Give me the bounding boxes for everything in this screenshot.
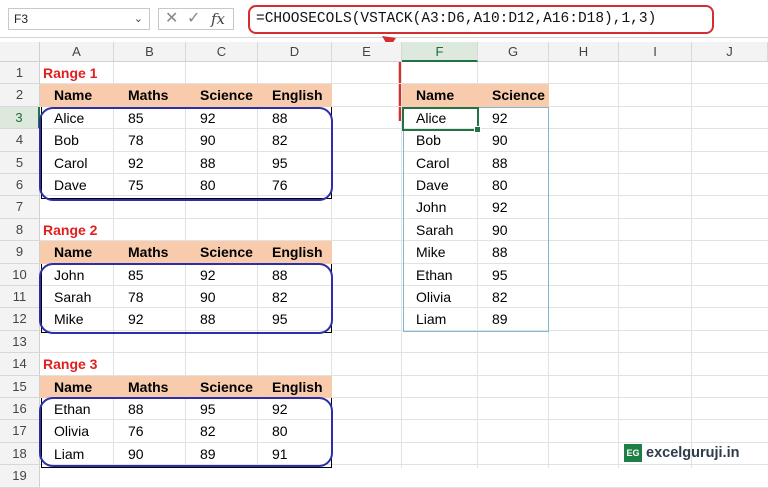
name-box-value: F3 — [14, 12, 29, 26]
table-header-cell: Science — [186, 241, 258, 264]
confirm-icon[interactable]: ✓ — [187, 9, 200, 29]
row-header-13[interactable]: 13 — [0, 330, 40, 354]
row-header-15[interactable]: 15 — [0, 375, 40, 398]
range-label: Range 1 — [43, 65, 98, 81]
column-header-f[interactable]: F — [402, 42, 478, 62]
table-header-cell: Science — [186, 84, 258, 107]
column-header-g[interactable]: G — [478, 42, 549, 62]
table-header-cell: Name — [40, 84, 114, 107]
range1-highlight — [39, 107, 333, 201]
row-header-2[interactable]: 2 — [0, 84, 40, 107]
grid-row-line — [40, 486, 768, 488]
column-header-d[interactable]: D — [258, 42, 332, 62]
range2-highlight — [39, 263, 333, 334]
column-header-b[interactable]: B — [114, 42, 186, 62]
excelguruji-logo: EG excelguruji.in — [624, 441, 768, 465]
table-header-cell: English — [258, 84, 332, 107]
row-header-9[interactable]: 9 — [0, 241, 40, 264]
insert-function-icon[interactable]: fx — [211, 9, 225, 29]
row-header-14[interactable]: 14 — [0, 353, 40, 376]
grid-col-line — [618, 62, 619, 468]
column-header-a[interactable]: A — [40, 42, 114, 62]
range3-highlight — [39, 397, 333, 467]
column-header-i[interactable]: I — [619, 42, 692, 62]
name-box[interactable]: F3 ⌄ — [8, 8, 150, 30]
output-header-cell: Science — [478, 84, 549, 107]
range-label: Range 3 — [43, 356, 98, 373]
column-header-j[interactable]: J — [692, 42, 768, 62]
cancel-icon[interactable]: ✕ — [165, 9, 178, 29]
logo-text: excelguruji.in — [646, 445, 740, 461]
table-header-cell: English — [258, 241, 332, 264]
formula-controls: ✕ ✓ fx — [158, 8, 234, 30]
table-header-cell: English — [258, 375, 332, 398]
row-header-7[interactable]: 7 — [0, 196, 40, 219]
column-header-c[interactable]: C — [186, 42, 258, 62]
logo-badge-icon: EG — [624, 444, 642, 462]
table-header-cell: Science — [186, 375, 258, 398]
row-header-11[interactable]: 11 — [0, 286, 40, 309]
row-header-16[interactable]: 16 — [0, 398, 40, 421]
chevron-down-icon[interactable]: ⌄ — [134, 9, 143, 29]
row-header-10[interactable]: 10 — [0, 263, 40, 286]
active-cell[interactable] — [402, 107, 481, 133]
column-header-e[interactable]: E — [332, 42, 402, 62]
table-header-cell: Name — [40, 375, 114, 398]
select-all-corner[interactable] — [0, 42, 40, 62]
row-header-18[interactable]: 18 — [0, 442, 40, 466]
row-header-4[interactable]: 4 — [0, 129, 40, 152]
row-header-19[interactable]: 19 — [0, 465, 40, 488]
column-header-h[interactable]: H — [549, 42, 619, 62]
table-header-cell: Name — [40, 241, 114, 264]
table-header-cell: Maths — [114, 241, 186, 264]
row-header-12[interactable]: 12 — [0, 308, 40, 331]
table-header-cell: Maths — [114, 84, 186, 107]
row-header-5[interactable]: 5 — [0, 151, 40, 174]
formula-input[interactable]: =CHOOSECOLS(VSTACK(A3:D6,A10:D12,A16:D18… — [248, 5, 714, 34]
table-header-cell: Maths — [114, 375, 186, 398]
row-header-1[interactable]: 1 — [0, 62, 40, 85]
row-header-17[interactable]: 17 — [0, 420, 40, 443]
row-header-8[interactable]: 8 — [0, 218, 40, 242]
output-header-cell: Name — [402, 84, 478, 107]
grid-col-line — [691, 62, 692, 468]
row-header-3[interactable]: 3 — [0, 106, 40, 130]
row-header-6[interactable]: 6 — [0, 174, 40, 197]
output-range-border — [403, 107, 549, 332]
range-label: Range 2 — [43, 221, 98, 238]
